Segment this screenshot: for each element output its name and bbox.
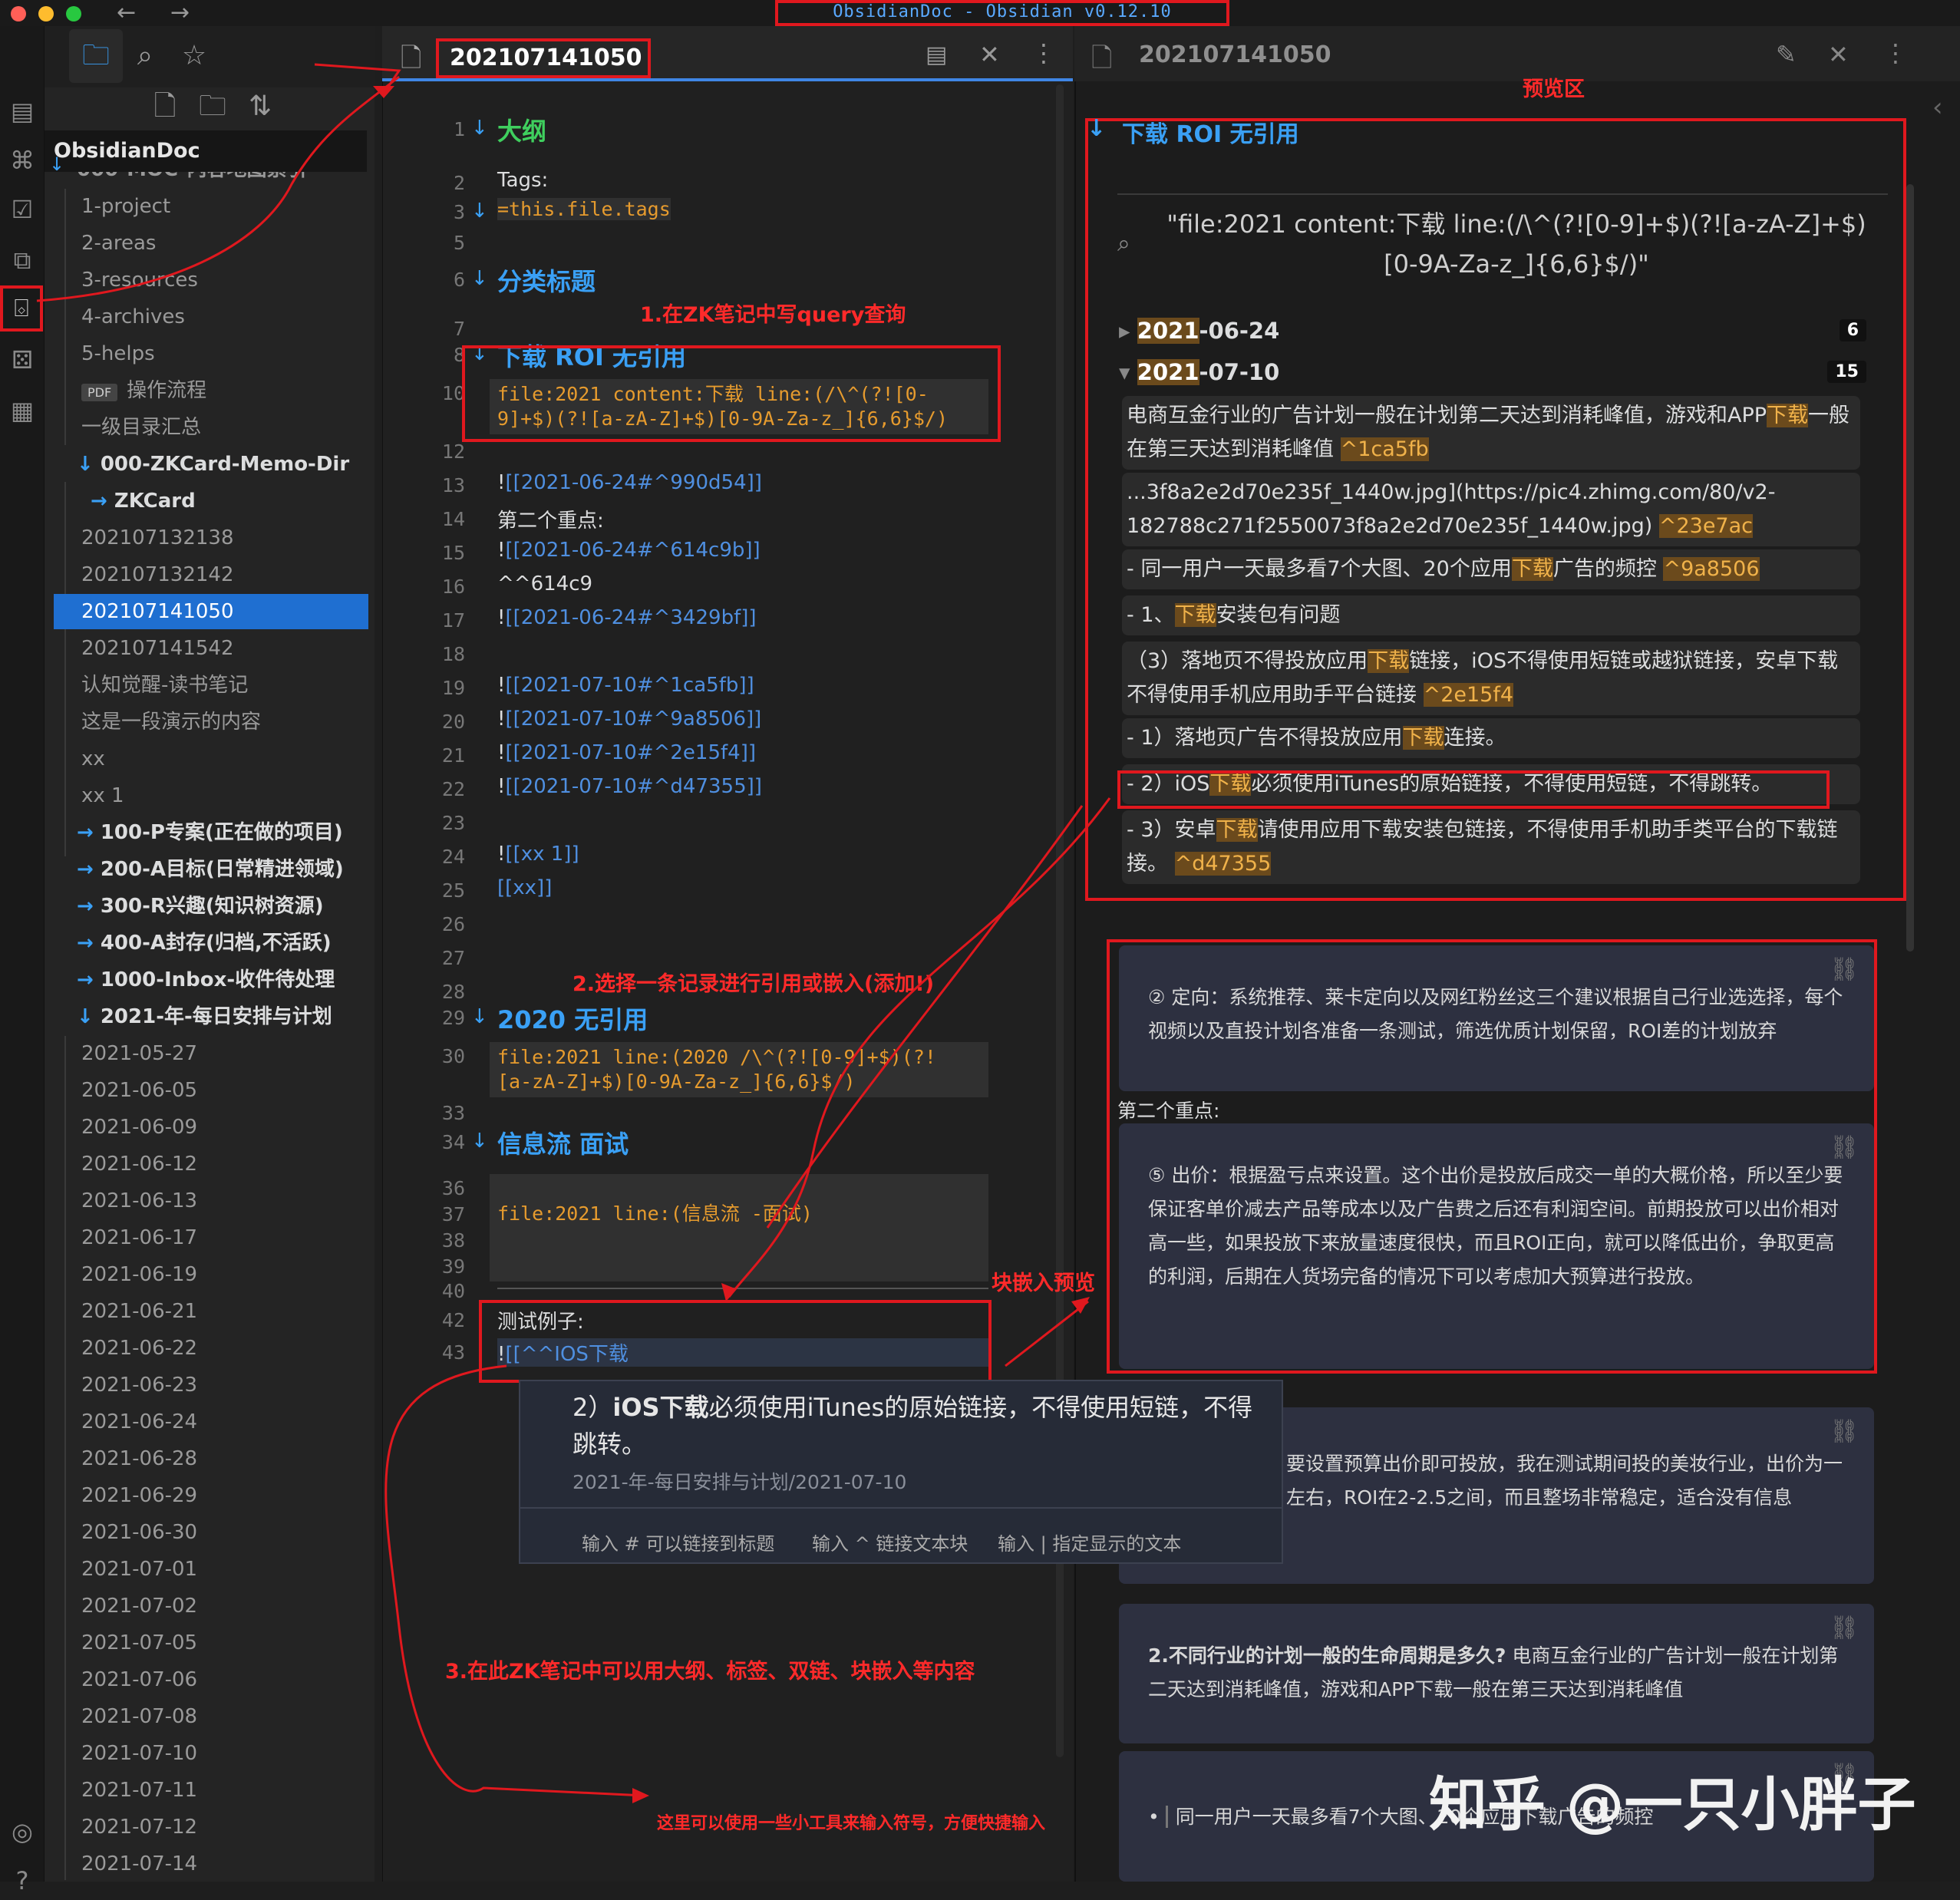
annotation-arrows	[36, 63, 1111, 1803]
arrow-ribbon-to-tab	[36, 75, 400, 302]
arrow-embed-to-preview	[1005, 1300, 1089, 1367]
watermark: 知乎 @一只小胖子	[1429, 1770, 1916, 1839]
arrow-result-to-embed	[728, 797, 1111, 1298]
arrow-to-tools-hint	[384, 1364, 645, 1797]
arrow-result-to-embed-2	[766, 805, 1084, 1229]
